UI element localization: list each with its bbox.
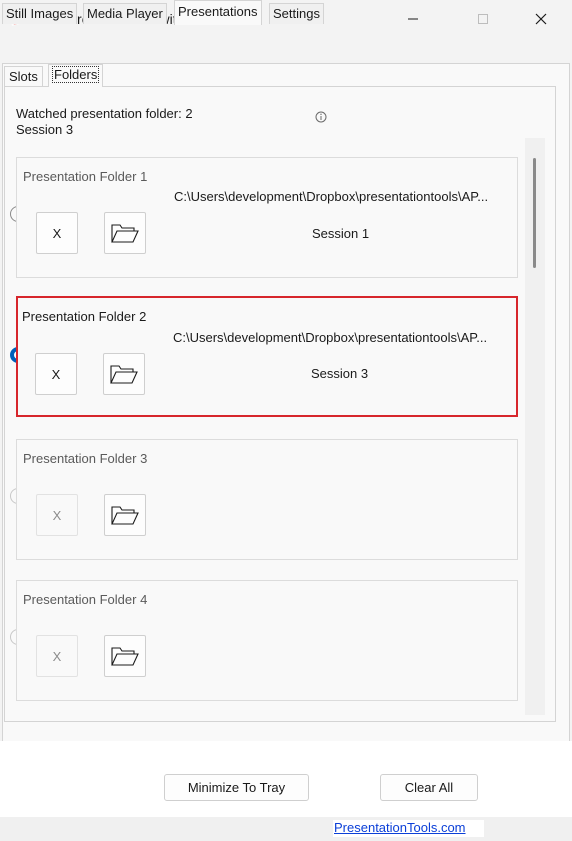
folder-4-title: Presentation Folder 4	[23, 592, 148, 607]
subtab-folders-label: Folders	[51, 66, 100, 83]
folder-open-icon	[111, 224, 139, 243]
folder-3-group: Presentation Folder 3 X	[16, 439, 518, 560]
folder-1-title: Presentation Folder 1	[23, 169, 148, 184]
folder-1-path: C:\Users\development\Dropbox\presentatio…	[174, 189, 489, 204]
folder-4-group: Presentation Folder 4 X	[16, 580, 518, 701]
folder-open-icon	[111, 506, 139, 525]
folder-2-remove-button[interactable]: X	[35, 353, 77, 395]
tab-media-player[interactable]: Media Player	[83, 3, 167, 24]
folder-1-group: Presentation Folder 1 C:\Users\developme…	[16, 157, 518, 278]
folder-2-browse-button[interactable]	[103, 353, 145, 395]
folder-open-icon	[111, 647, 139, 666]
folder-3-browse-button[interactable]	[104, 494, 146, 536]
folder-open-icon	[110, 365, 138, 384]
website-link[interactable]: PresentationTools.com	[333, 820, 484, 837]
folder-list[interactable]: Presentation Folder 1 C:\Users\developme…	[5, 138, 540, 715]
minimize-button[interactable]	[390, 0, 436, 38]
subtab-slots-label: Slots	[9, 69, 38, 84]
folder-3-remove-button[interactable]: X	[36, 494, 78, 536]
folder-2-session: Session 3	[311, 366, 369, 381]
scrollbar-thumb[interactable]	[533, 158, 536, 268]
watched-folder-label: Watched presentation folder: 2	[16, 106, 193, 121]
folder-2-path: C:\Users\development\Dropbox\presentatio…	[173, 330, 488, 345]
minimize-to-tray-button[interactable]: Minimize To Tray	[164, 774, 309, 801]
maximize-icon	[478, 14, 488, 24]
close-icon	[535, 13, 547, 25]
folder-4-remove-button[interactable]: X	[36, 635, 78, 677]
folder-3-title: Presentation Folder 3	[23, 451, 148, 466]
tab-settings[interactable]: Settings	[269, 3, 324, 24]
folder-4-browse-button[interactable]	[104, 635, 146, 677]
subtab-slots[interactable]: Slots	[4, 66, 43, 86]
tab-still-images[interactable]: Still Images	[2, 3, 78, 24]
folder-2-title: Presentation Folder 2	[22, 309, 147, 324]
minimize-icon	[408, 18, 418, 20]
watched-session-label: Session 3	[16, 122, 74, 137]
status-bar	[0, 817, 572, 841]
watched-folder-info: Watched presentation folder: 2 Session 3	[16, 106, 193, 138]
folder-1-remove-button[interactable]: X	[36, 212, 78, 254]
folder-1-session: Session 1	[312, 226, 370, 241]
folder-2-group: Presentation Folder 2 C:\Users\developme…	[16, 296, 518, 417]
folder-1-browse-button[interactable]	[104, 212, 146, 254]
subtab-folders[interactable]: Folders	[48, 64, 104, 87]
tab-presentations[interactable]: Presentations	[174, 0, 262, 25]
maximize-button[interactable]	[460, 0, 506, 38]
clear-all-button[interactable]: Clear All	[380, 774, 478, 801]
close-button[interactable]	[518, 0, 564, 38]
folder-list-scrollbar[interactable]	[525, 138, 545, 715]
info-icon[interactable]	[315, 111, 327, 123]
